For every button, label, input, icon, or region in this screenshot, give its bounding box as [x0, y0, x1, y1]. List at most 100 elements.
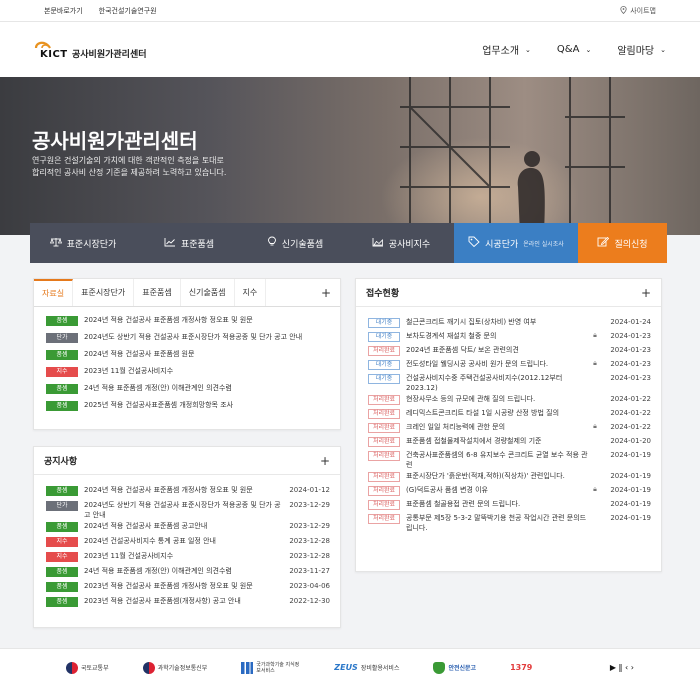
list-item[interactable]: 처리완료 표준품셈 접철물제작설치에서 경량철제의 기준 2024-01-20 [368, 436, 651, 449]
list-item[interactable]: 단가 2024년도 상반기 적용 건설공사 표준시장단가 적용공종 및 단가 공고… [46, 500, 330, 520]
category-badge: 품셈 [46, 350, 78, 360]
nav-about[interactable]: 업무소개 ⌄ [482, 42, 531, 58]
hero-title: 공사비원가관리센터 [32, 129, 198, 153]
list-item[interactable]: 처리완료 크레인 일일 처리능력에 관한 문의 🔒︎ 2024-01-22 [368, 422, 651, 435]
item-date: 2024-01-24 [610, 318, 651, 326]
data-room-panel: 자료실 표준시장단가 표준품셈 신기술품셈 지수 + 품셈 2024년 적용 건설… [33, 278, 341, 430]
category-badge: 품셈 [46, 582, 78, 592]
category-badge: 품셈 [46, 522, 78, 532]
list-item[interactable]: 대기중 건설공사비지수중 주택건설공사비지수(2012.12부터 2023.12)… [368, 373, 651, 393]
chevron-down-icon: ⌄ [585, 45, 592, 54]
category-badge: 품셈 [46, 597, 78, 607]
quick-cost-index[interactable]: 공사비지수 [348, 223, 454, 263]
item-title: 현장사무소 등의 규모에 관해 질의 드립니다. [406, 395, 536, 403]
more-plus-icon[interactable]: + [312, 279, 340, 306]
kict-logo-icon: KICT [34, 40, 68, 60]
footer-link-ntis[interactable]: 국가과학기술 지식정보서비스 [241, 661, 300, 674]
list-item[interactable]: 처리완료 공통부문 제5장 5-3-2 말뚝박기용 천공 작업시간 관련 문의드립… [368, 513, 651, 533]
list-item[interactable]: 처리완료 (G)덕트공사 품셈 변경 이유 🔒︎ 2024-01-19 [368, 485, 651, 498]
logo-kict-text: KICT [40, 48, 68, 60]
item-title: 표준품셈 접철물제작설치에서 경량철제의 기준 [406, 437, 542, 445]
hero-desc-line: 연구원은 건설기술의 가치에 대한 객관적인 측정을 토대로 [32, 156, 224, 165]
quick-inquiry[interactable]: 질의신청 [578, 223, 667, 263]
item-title: 레디믹스트콘크리트 타설 1일 시공량 산정 방법 질의 [406, 409, 560, 417]
tab-standard-estimate[interactable]: 표준품셈 [134, 279, 181, 306]
tab-new-tech[interactable]: 신기술품셈 [181, 279, 235, 306]
lock-icon: 🔒︎ [593, 422, 597, 430]
category-badge: 품셈 [46, 316, 78, 326]
nav-qna[interactable]: Q&A ⌄ [557, 42, 591, 57]
area-chart-icon [372, 237, 384, 250]
skip-to-content-link[interactable]: 본문바로가기 [44, 6, 83, 16]
footer-link-safety[interactable]: 안전신문고 [433, 661, 476, 674]
footer-link-msit[interactable]: 과학기술정보통신부 [142, 661, 208, 674]
list-item[interactable]: 품셈 24년 적용 표준품셈 개정(안) 이해관계인 의견수렴 2023-11-27 [46, 566, 330, 580]
nav-notice-label: 알림마당 [617, 46, 655, 57]
list-item[interactable]: 지수 2024년 건설공사비지수 통계 공표 일정 안내 2023-12-28 [46, 536, 330, 550]
footer-link-molit[interactable]: 국토교통부 [66, 661, 109, 674]
sitemap-link[interactable]: 사이트맵 [620, 5, 656, 16]
list-item[interactable]: 대기중 철근콘크리트 깨기시 집토(상차비) 반영 여부 2024-01-24 [368, 317, 651, 330]
list-item[interactable]: 품셈 2023년 적용 건설공사 표준품셈 개정사항 정오표 및 원문 2023-0… [46, 581, 330, 595]
list-item[interactable]: 품셈 24년 적용 표준품셈 개정(안) 이해관계인 의견수렴 [46, 383, 330, 398]
item-date: 2023-11-27 [289, 567, 330, 575]
list-item[interactable]: 품셈 2024년 적용 건설공사 표준품셈 원문 [46, 349, 330, 364]
location-pin-icon [620, 5, 627, 16]
item-title: 보차도경계석 재설치 철중 문의 [406, 332, 497, 340]
list-item[interactable]: 지수 2023년 11월 건설공사비지수 2023-12-28 [46, 551, 330, 565]
quick-standard-price[interactable]: 표준시장단가 [30, 223, 136, 263]
item-title: 2023년 적용 건설공사 표준품셈 개정사항 정오표 및 원문 [84, 582, 253, 590]
item-title: 표준시장단가 '흙운반(적재,적하)(직상차)' 관련입니다. [406, 472, 565, 480]
status-badge: 처리완료 [368, 500, 400, 510]
kict-home-link[interactable]: 한국건설기술연구원 [99, 6, 157, 16]
item-title: 2024년 적용 건설공사 표준품셈 개정사항 정오표 및 원문 [84, 486, 253, 494]
quick-label: 공사비지수 [388, 239, 431, 250]
quick-label: 질의신청 [614, 239, 648, 250]
list-item[interactable]: 품셈 2024년 적용 건설공사 표준품셈 개정사항 정오표 및 원문 2024-0… [46, 485, 330, 499]
list-item[interactable]: 처리완료 레디믹스트콘크리트 타설 1일 시공량 산정 방법 질의 2024-01-… [368, 408, 651, 421]
tab-data-room[interactable]: 자료실 [34, 279, 74, 306]
footer-link-zeus[interactable]: ZEUS 장비활용서비스 [334, 663, 399, 672]
slider-controls[interactable]: ▶ ‖ ‹ › [610, 663, 634, 672]
list-item[interactable]: 품셈 2024년 적용 건설공사 표준품셈 공고안내 2023-12-29 [46, 521, 330, 535]
data-list: 품셈 2024년 적용 건설공사 표준품셈 개정사항 정오표 및 원문 단가 202… [34, 307, 340, 415]
list-item[interactable]: 단가 2024년도 상반기 적용 건설공사 표준시장단가 적용공종 및 단가 공고… [46, 332, 330, 347]
list-item[interactable]: 대기중 보차도경계석 재설치 철중 문의 🔒︎ 2024-01-23 [368, 331, 651, 344]
quick-standard-estimate[interactable]: 표준품셈 [136, 223, 242, 263]
tab-standard-price[interactable]: 표준시장단가 [73, 279, 135, 306]
list-item[interactable]: 처리완료 표준시장단가 '흙운반(적재,적하)(직상차)' 관련입니다. 2024-… [368, 471, 651, 484]
list-item[interactable]: 처리완료 건축공사표준품셈의 6-8 유지보수 콘크리트 균열 보수 적용 관련 2… [368, 450, 651, 470]
lock-icon: 🔒︎ [593, 485, 597, 493]
item-title: 2024년도 상반기 적용 건설공사 표준시장단가 적용공종 및 단가 공고 안… [84, 501, 281, 519]
status-badge: 처리완료 [368, 451, 400, 461]
more-plus-icon[interactable]: + [641, 286, 651, 300]
list-item[interactable]: 품셈 2023년 적용 건설공사 표준품셈(개정사항) 공고 안내 2022-12-… [46, 596, 330, 610]
item-title: 표준품셈 철골용접 관련 문의 드립니다. [406, 500, 521, 508]
item-title: 철근콘크리트 깨기시 집토(상차비) 반영 여부 [406, 318, 537, 326]
footer-link-label: 과학기술정보통신부 [157, 665, 208, 672]
list-item[interactable]: 처리완료 현장사무소 등의 규모에 관해 질의 드립니다. 2024-01-22 [368, 394, 651, 407]
item-title: 건설공사비지수중 주택건설공사비지수(2012.12부터 2023.12) [406, 374, 563, 392]
footer-link-label: 장비활용서비스 [360, 665, 400, 672]
list-item[interactable]: 처리완료 2024년 표준품셈 닥트/ 보온 관련의견 2024-01-23 [368, 345, 651, 358]
quick-new-tech[interactable]: 신기술품셈 [242, 223, 348, 263]
inquiry-status-panel: 접수현황 + 대기중 철근콘크리트 깨기시 집토(상차비) 반영 여부 2024-0… [355, 278, 662, 572]
site-logo[interactable]: KICT 공사비원가관리센터 [34, 39, 147, 60]
nav-notice[interactable]: 알림마당 ⌄ [617, 42, 666, 58]
item-date: 2024-01-20 [610, 437, 651, 445]
tab-index[interactable]: 지수 [235, 279, 267, 306]
list-item[interactable]: 품셈 2024년 적용 건설공사 표준품셈 개정사항 정오표 및 원문 [46, 315, 330, 330]
footer-link-1379[interactable]: 1379 [510, 663, 532, 672]
list-item[interactable]: 지수 2023년 11월 건설공사비지수 [46, 366, 330, 381]
utility-bar: 본문바로가기 한국건설기술연구원 사이트맵 [0, 0, 700, 22]
item-date: 2024-01-23 [610, 332, 651, 340]
price-tag-icon [468, 236, 480, 250]
list-item[interactable]: 품셈 2025년 적용 건설공사표준품셈 개정희망항목 조사 [46, 400, 330, 415]
zeus-logo-text: ZEUS [334, 663, 358, 672]
more-plus-icon[interactable]: + [320, 454, 330, 468]
quick-construction-price[interactable]: 시공단가 온라인 실시조사 [454, 223, 578, 263]
list-item[interactable]: 처리완료 표준품셈 철골용접 관련 문의 드립니다. 2024-01-19 [368, 499, 651, 512]
hero-description: 연구원은 건설기술의 가치에 대한 객관적인 측정을 토대로 합리적인 공사비 … [32, 155, 272, 179]
main-nav: 업무소개 ⌄ Q&A ⌄ 알림마당 ⌄ [482, 42, 666, 57]
list-item[interactable]: 대기중 전도성타일 웰딩시공 공사비 원가 문의 드립니다. 🔒︎ 2024-01-2… [368, 359, 651, 372]
